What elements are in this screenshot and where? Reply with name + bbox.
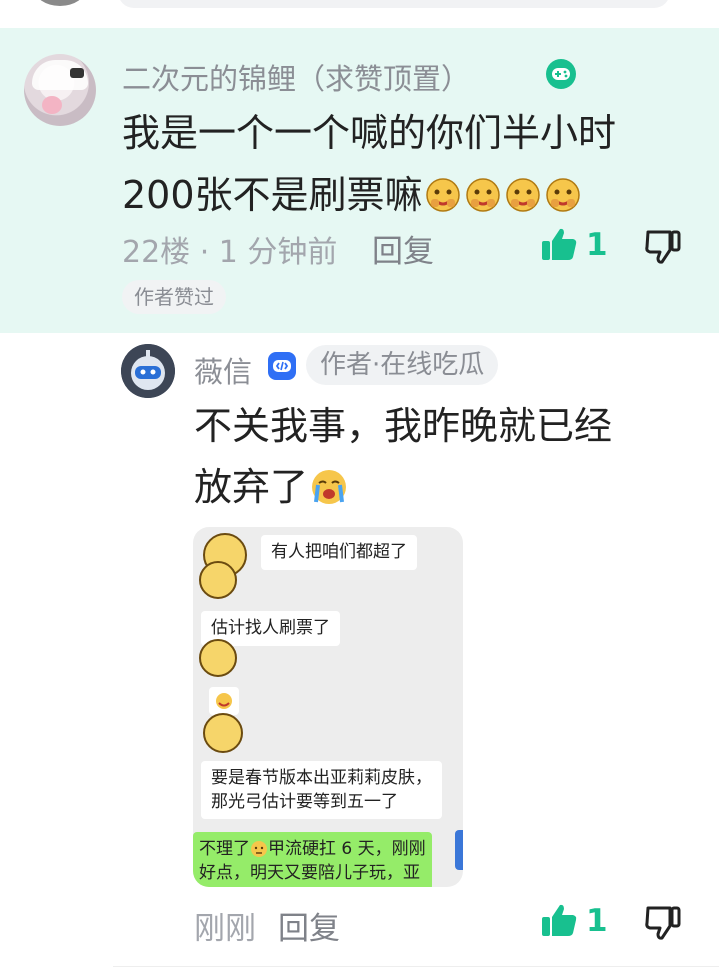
- like-count: 1: [586, 227, 608, 263]
- chat-line: 要是春节版本出亚莉莉皮肤，: [211, 768, 432, 788]
- crying-face-emoji: [545, 178, 580, 212]
- verified-icon: [268, 352, 296, 380]
- chat-message-long: 要是春节版本出亚莉莉皮肤， 那光弓估计要等到五一了: [201, 761, 442, 819]
- sticker-face: [203, 713, 243, 753]
- previous-input-pill: [118, 0, 670, 8]
- chat-text: 甲流硬扛 6 天，刚刚: [268, 839, 426, 859]
- reply-button[interactable]: 回复: [278, 903, 340, 948]
- thumbs-down-icon[interactable]: [644, 229, 682, 269]
- reply-username[interactable]: 薇信: [194, 349, 252, 391]
- thumbs-up-icon[interactable]: [540, 226, 578, 266]
- thumbs-down-icon[interactable]: [644, 905, 682, 945]
- loudly-crying-emoji: [312, 470, 347, 504]
- reply-time: 刚刚: [194, 911, 256, 947]
- chat-text: 不理了: [199, 839, 250, 859]
- chat-line: 那光弓估计要等到五一了: [211, 792, 398, 812]
- previous-avatar: [34, 0, 86, 6]
- previous-comment-remnant: [0, 0, 719, 28]
- avatar[interactable]: [121, 344, 175, 398]
- crying-face-emoji: [425, 178, 460, 212]
- divider: [113, 966, 719, 967]
- sticker-face: [199, 561, 237, 599]
- reply-button[interactable]: 回复: [372, 226, 434, 271]
- embedded-chat-screenshot[interactable]: 有人把咱们都超了 估计找人刷票了 要是春节版本出亚莉莉皮肤， 那光弓估计要等到五…: [193, 527, 463, 887]
- emoji-group: [425, 177, 581, 213]
- gamepad-icon: [546, 59, 576, 89]
- like-count: 1: [586, 903, 608, 939]
- comment-text-line2: 200张不是刷票嘛: [122, 173, 423, 217]
- comment-text-line1: 我是一个一个喊的你们半小时: [122, 111, 617, 155]
- reply-text-line1: 不关我事，我昨晚就已经: [194, 404, 613, 448]
- sticker-face: [199, 639, 237, 677]
- avatar[interactable]: [24, 54, 96, 126]
- reply-text-line2: 放弃了: [194, 465, 309, 509]
- crying-face-emoji: [505, 178, 540, 212]
- crying-face-emoji: [465, 178, 500, 212]
- comment-text-line2-row: 200张不是刷票嘛: [122, 166, 581, 224]
- comment-username[interactable]: 二次元的锦鲤（求赞顶置）: [122, 56, 470, 98]
- sweat-emoji: [251, 841, 267, 857]
- author-liked-tag: 作者赞过: [122, 280, 226, 314]
- avatar-partial: [455, 830, 463, 870]
- emoji-bubble: [209, 687, 239, 715]
- author-badge: 作者·在线吃瓜: [306, 345, 499, 385]
- thumbs-up-icon[interactable]: [540, 902, 578, 942]
- chat-line: 好点，明天又要陪儿子玩，亚: [199, 863, 420, 883]
- reply-text-line2-row: 放弃了: [194, 458, 348, 516]
- comment-meta: 22楼 · 1 分钟前: [122, 235, 338, 270]
- chat-message: 有人把咱们都超了: [261, 535, 417, 570]
- chat-message-self: 不理了 甲流硬扛 6 天，刚刚 好点，明天又要陪儿子玩，亚: [193, 832, 432, 887]
